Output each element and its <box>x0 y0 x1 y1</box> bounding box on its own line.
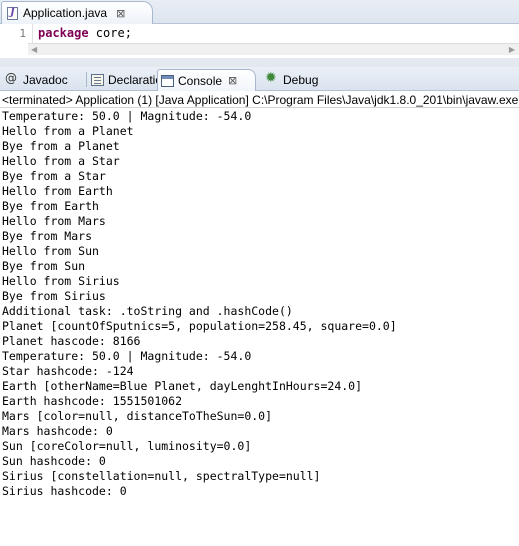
console-line: Hello from Mars <box>2 214 106 228</box>
console-line: Bye from Mars <box>2 229 93 243</box>
scroll-left-icon[interactable]: ◀ <box>31 45 37 54</box>
debug-icon <box>265 70 279 87</box>
java-file-icon <box>7 6 18 20</box>
editor-horizontal-scrollbar[interactable]: ◀ ▶ <box>28 43 519 55</box>
console-line: Hello from a Planet <box>2 124 134 138</box>
scroll-right-icon[interactable]: ▶ <box>509 45 515 54</box>
console-line: Temperature: 50.0 | Magnitude: -54.0 <box>2 349 252 363</box>
console-line: Bye from a Star <box>2 169 106 183</box>
console-view: Javadoc Declaration Console ⊠ Debug <ter… <box>0 67 519 546</box>
close-icon[interactable]: ⊠ <box>228 74 237 87</box>
panel-sash[interactable] <box>0 58 519 67</box>
tab-javadoc[interactable]: Javadoc <box>2 69 68 91</box>
console-line: Additional task: .toString and .hashCode… <box>2 304 293 318</box>
tab-debug-label: Debug <box>283 73 319 87</box>
console-line: Earth [otherName=Blue Planet, dayLenghtI… <box>2 379 363 393</box>
tab-debug[interactable]: Debug <box>262 69 318 91</box>
console-line: Sirius [constellation=null, spectralType… <box>2 469 321 483</box>
declaration-icon <box>91 74 104 86</box>
code-keyword: package <box>38 26 89 40</box>
console-output[interactable]: Temperature: 50.0 | Magnitude: -54.0 Hell… <box>2 109 517 499</box>
code-text: core; <box>88 26 132 40</box>
console-icon <box>161 74 174 87</box>
console-line: Temperature: 50.0 | Magnitude: -54.0 <box>2 109 252 123</box>
console-line: Bye from Earth <box>2 199 99 213</box>
console-line: Bye from a Planet <box>2 139 120 153</box>
tab-console[interactable]: Console ⊠ <box>157 69 256 91</box>
console-line: Star hashcode: -124 <box>2 364 134 378</box>
editor-tab-bar: Application.java ⊠ <box>0 0 519 24</box>
console-line: Mars hashcode: 0 <box>2 424 113 438</box>
console-line: Mars [color=null, distanceToTheSun=0.0] <box>2 409 273 423</box>
code-line[interactable]: package core; <box>38 26 132 40</box>
tab-separator <box>86 72 87 87</box>
tab-console-label: Console <box>178 73 223 88</box>
editor-tab-application-java[interactable]: Application.java ⊠ <box>1 1 153 24</box>
console-line: Bye from Sirius <box>2 289 106 303</box>
view-tab-bar: Javadoc Declaration Console ⊠ Debug <box>0 67 519 91</box>
console-line: Earth hashcode: 1551501062 <box>2 394 183 408</box>
console-line: Hello from a Star <box>2 154 120 168</box>
javadoc-icon <box>5 71 19 87</box>
console-status: <terminated> Application (1) [Java Appli… <box>0 92 519 108</box>
console-line: Sun hashcode: 0 <box>2 454 106 468</box>
console-line: Bye from Sun <box>2 259 86 273</box>
line-number: 1 <box>19 27 26 40</box>
editor-area: Application.java ⊠ 1 package core; ◀ ▶ <box>0 0 519 62</box>
console-line: Hello from Sun <box>2 244 99 258</box>
console-line: Sirius hashcode: 0 <box>2 484 127 498</box>
console-line: Hello from Sirius <box>2 274 120 288</box>
console-line: Sun [coreColor=null, luminosity=0.0] <box>2 439 252 453</box>
console-line: Hello from Earth <box>2 184 113 198</box>
console-line: Planet hascode: 8166 <box>2 334 141 348</box>
console-line: Planet [countOfSputnics=5, population=25… <box>2 319 397 333</box>
close-icon[interactable]: ⊠ <box>116 7 125 20</box>
editor-tab-label: Application.java <box>23 6 108 20</box>
tab-javadoc-label: Javadoc <box>23 73 68 87</box>
